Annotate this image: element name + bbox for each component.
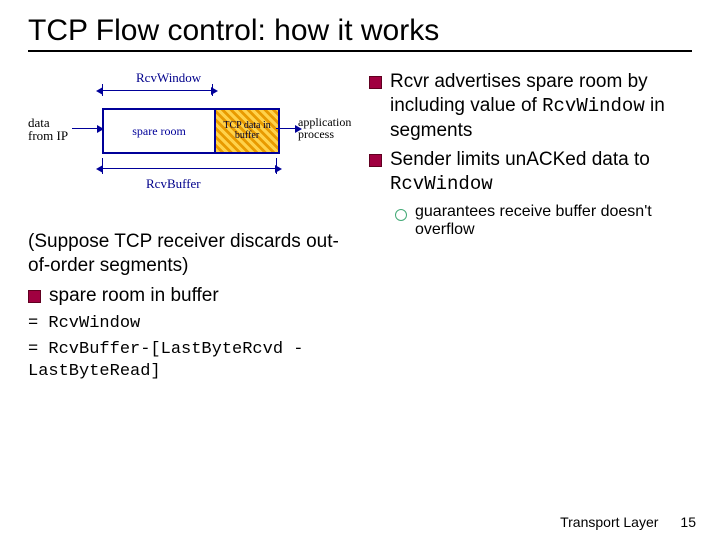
ip-arrow-icon <box>72 128 98 129</box>
app-arrow-icon <box>276 128 296 129</box>
right-subbullet-1: guarantees receive buffer doesn't overfl… <box>415 203 692 239</box>
slide-title: TCP Flow control: how it works <box>28 14 692 52</box>
rcvbuffer-span-arrow <box>102 168 276 169</box>
square-bullet-icon <box>369 76 382 89</box>
rcvbuffer-label: RcvBuffer <box>146 176 201 192</box>
spare-room-region: spare room <box>104 110 214 152</box>
right-bullet-1: Rcvr advertises spare room by including … <box>390 70 692 142</box>
buffer-box: spare room TCP data in buffer <box>102 108 280 154</box>
footer-section: Transport Layer <box>560 514 658 530</box>
suppose-text: (Suppose TCP receiver discards out-of-or… <box>28 230 351 278</box>
right-bullet-2: Sender limits unACKed data to RcvWindow <box>390 148 692 197</box>
buffer-diagram: RcvWindow data from IP spare room TCP da… <box>28 70 338 220</box>
page-number: 15 <box>680 514 696 530</box>
equation-2: = RcvBuffer-[LastByteRcvd - LastByteRead… <box>28 339 351 383</box>
data-from-ip-label: data from IP <box>28 116 76 142</box>
rcvwindow-label: RcvWindow <box>136 70 201 86</box>
square-bullet-icon <box>369 154 382 167</box>
rcvwindow-span-arrow <box>102 90 212 91</box>
application-process-label: application process <box>298 116 358 140</box>
left-bullet-spare-room: spare room in buffer <box>49 284 219 308</box>
tcp-data-region: TCP data in buffer <box>214 110 278 152</box>
square-bullet-icon <box>28 290 41 303</box>
circle-bullet-icon <box>395 209 407 221</box>
equation-1: = RcvWindow <box>28 313 351 335</box>
